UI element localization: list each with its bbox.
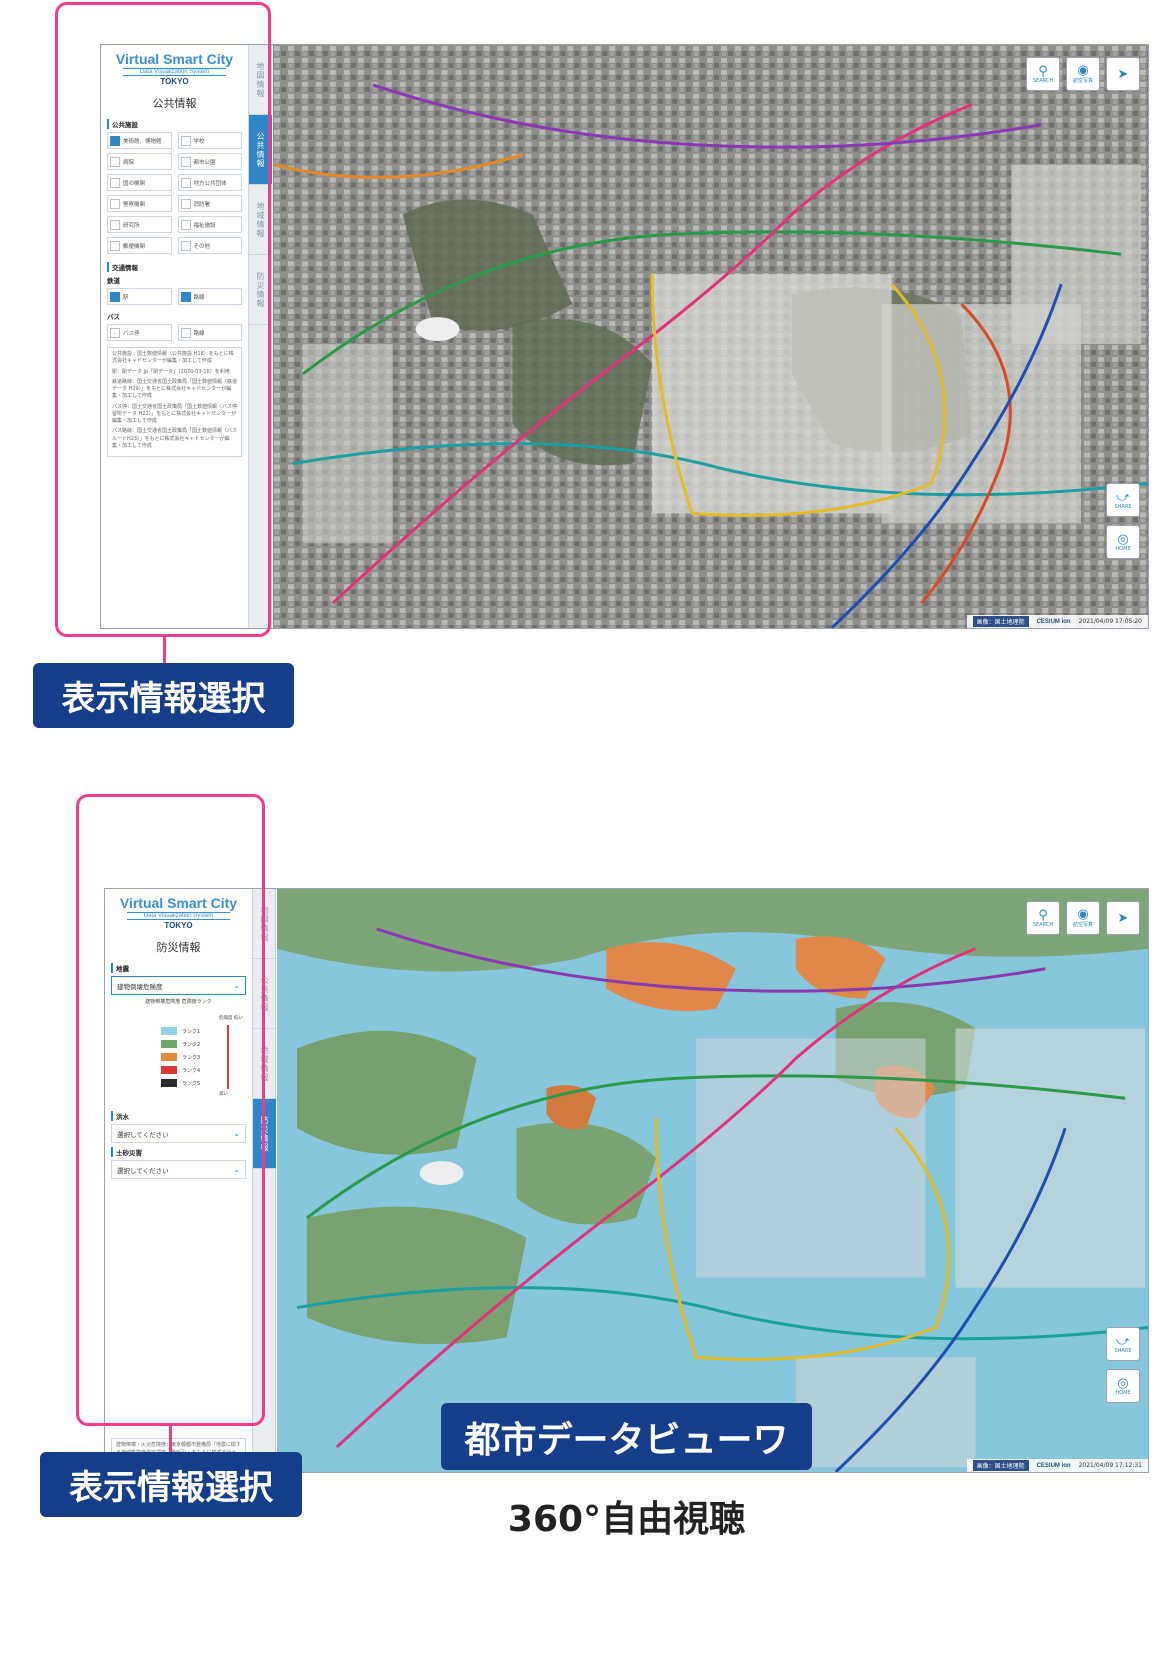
home-button[interactable]: ◎ HOME: [1106, 1369, 1140, 1403]
hazard-3d-map[interactable]: ⚲ SEARCH ◉ 航空写真 ➤ ⤻ SHARE ◎ HOME 画像：国土地理院 CE…: [277, 889, 1148, 1472]
share-icon: ⤻: [1116, 489, 1130, 505]
share-button[interactable]: ⤻ SHARE: [1106, 1327, 1140, 1361]
globe-icon: ◉: [1077, 63, 1089, 78]
free-view-caption: 360°自由視聴: [507, 1499, 746, 1540]
gsi-credit[interactable]: 画像：国土地理院: [972, 1460, 1029, 1471]
highlight-frame: [55, 2, 271, 637]
map-credit: 画像：国土地理院 CESIUM ion 2021/04/09 17:05:20: [966, 615, 1148, 628]
highlight-frame: [76, 794, 265, 1426]
search-icon: ⚲: [1038, 63, 1048, 79]
connector-line: [169, 1426, 172, 1452]
home-button[interactable]: ◎ HOME: [1106, 525, 1140, 559]
globe-icon: ◉: [1077, 907, 1089, 922]
search-button[interactable]: ⚲ SEARCH: [1026, 901, 1060, 935]
compass-icon: ➤: [1117, 910, 1129, 926]
display-info-select-label: 表示情報選択: [40, 1452, 302, 1517]
compass-button[interactable]: ➤: [1106, 57, 1140, 91]
map-credit: 画像：国土地理院 CESIUM ion 2021/04/09 17:12:31: [966, 1459, 1148, 1472]
aerial-photo-button[interactable]: ◉ 航空写真: [1066, 57, 1100, 91]
search-icon: ⚲: [1038, 907, 1048, 923]
compass-button[interactable]: ➤: [1106, 901, 1140, 935]
share-icon: ⤻: [1116, 1333, 1130, 1349]
timestamp: 2021/04/09 17:12:31: [1078, 1462, 1142, 1469]
home-icon: ◎: [1117, 1375, 1129, 1391]
city-3d-map[interactable]: ⚲ SEARCH ◉ 航空写真 ➤ ⤻ SHARE ◎ HOME 画像：国土地理院 CE…: [273, 45, 1148, 628]
share-button[interactable]: ⤻ SHARE: [1106, 483, 1140, 517]
aerial-photo-button[interactable]: ◉ 航空写真: [1066, 901, 1100, 935]
cesium-logo[interactable]: CESIUM ion: [1037, 619, 1071, 625]
compass-icon: ➤: [1117, 66, 1129, 82]
timestamp: 2021/04/09 17:05:20: [1078, 618, 1142, 625]
cesium-logo[interactable]: CESIUM ion: [1037, 1463, 1071, 1469]
connector-line: [163, 637, 166, 664]
gsi-credit[interactable]: 画像：国土地理院: [972, 616, 1029, 627]
city-data-viewer-label: 都市データビューワ: [441, 1403, 812, 1470]
display-info-select-label: 表示情報選択: [33, 663, 294, 728]
city-map-graphic: [273, 45, 1148, 628]
search-button[interactable]: ⚲ SEARCH: [1026, 57, 1060, 91]
home-icon: ◎: [1117, 531, 1129, 547]
hazard-map-graphic: [277, 889, 1148, 1472]
